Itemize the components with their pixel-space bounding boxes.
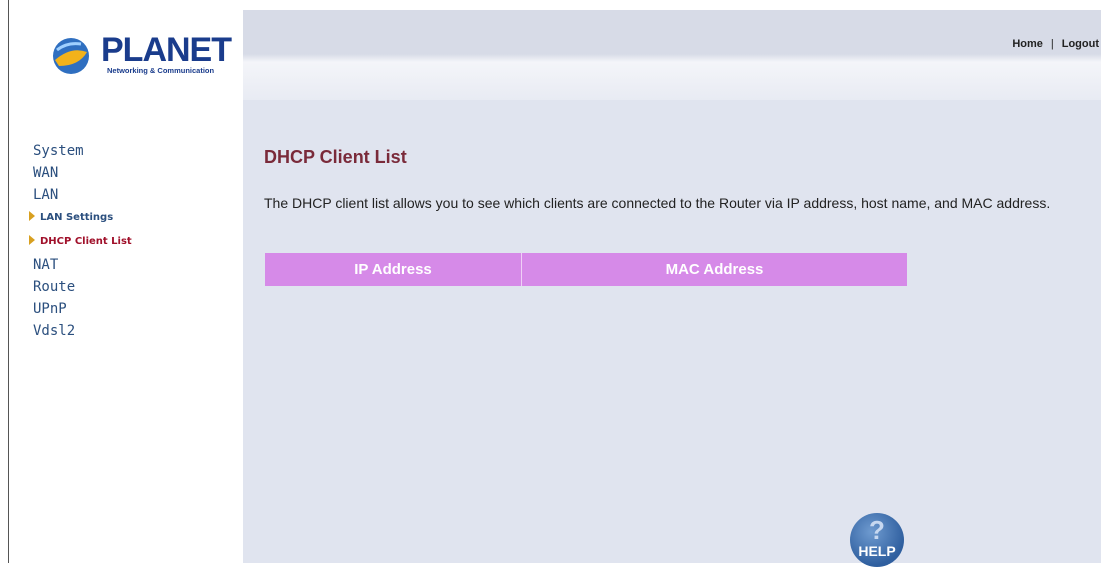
- sidebar-subitem-lan-settings[interactable]: LAN Settings: [29, 206, 132, 230]
- sidebar-item-lan[interactable]: LAN: [33, 184, 132, 206]
- logout-link[interactable]: Logout: [1062, 38, 1099, 50]
- page-description: The DHCP client list allows you to see w…: [264, 195, 1051, 211]
- question-mark-icon: ?: [869, 515, 885, 545]
- help-button[interactable]: ? HELP: [850, 513, 904, 567]
- arrow-right-icon: [29, 235, 35, 245]
- brand-tagline: Networking & Communication: [107, 66, 215, 75]
- sidebar-item-wan[interactable]: WAN: [33, 162, 132, 184]
- sidebar-item-vdsl2[interactable]: Vdsl2: [33, 320, 132, 342]
- planet-logo: PLANET Networking & Communication: [51, 28, 232, 80]
- sidebar-item-system[interactable]: System: [33, 140, 132, 162]
- sidebar-nav: System WAN LAN LAN Settings DHCP Client …: [29, 140, 132, 342]
- table-header-row: IP Address MAC Address: [265, 253, 907, 286]
- mac-address-header: MAC Address: [522, 253, 907, 286]
- sidebar-item-upnp[interactable]: UPnP: [33, 298, 132, 320]
- brand-name: PLANET: [101, 31, 232, 69]
- globe-logo-icon: [53, 38, 89, 74]
- sidebar-subitem-label: LAN Settings: [40, 212, 114, 223]
- sidebar-item-route[interactable]: Route: [33, 276, 132, 298]
- home-link[interactable]: Home: [1012, 38, 1043, 50]
- sidebar-item-nat[interactable]: NAT: [33, 254, 132, 276]
- dhcp-client-table: IP Address MAC Address: [265, 253, 907, 286]
- page-title: DHCP Client List: [264, 147, 407, 167]
- arrow-right-icon: [29, 211, 35, 221]
- sidebar-subitem-label: DHCP Client List: [40, 236, 132, 247]
- link-separator: |: [1050, 38, 1054, 50]
- ip-address-header: IP Address: [265, 253, 522, 286]
- main-content: Home | Logout DHCP Client List The DHCP cl…: [243, 10, 1101, 567]
- sidebar: PLANET Networking & Communication System…: [9, 0, 243, 563]
- top-banner: [243, 10, 1101, 100]
- sidebar-subitem-dhcp-client-list[interactable]: DHCP Client List: [29, 230, 132, 254]
- help-label: HELP: [858, 543, 896, 559]
- top-links: Home | Logout: [1012, 38, 1099, 50]
